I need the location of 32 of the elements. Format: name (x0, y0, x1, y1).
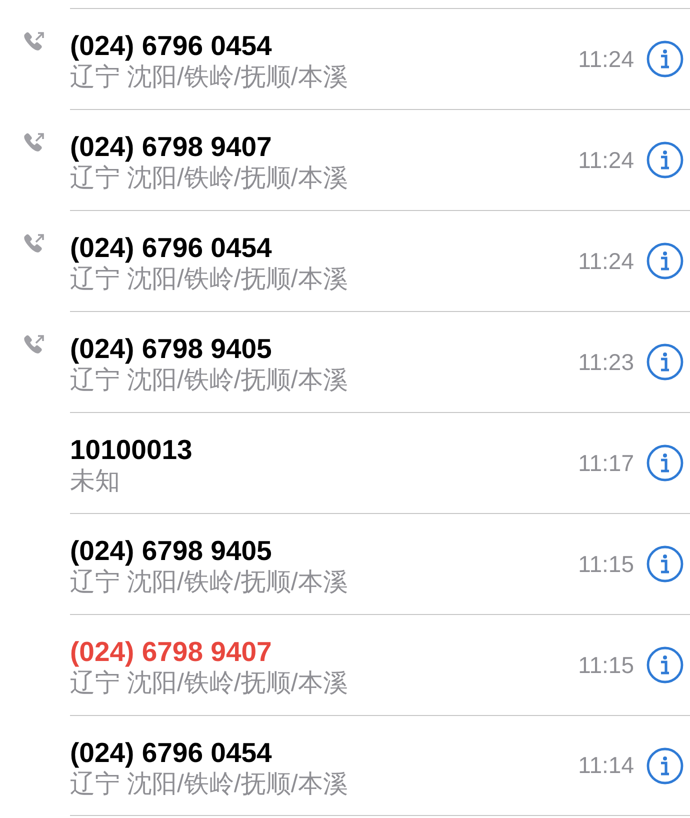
info-button[interactable] (646, 343, 684, 381)
info-button[interactable] (646, 746, 684, 784)
phone-number: (024) 6796 0454 (70, 30, 273, 62)
call-time: 11:15 (578, 550, 634, 579)
call-time: 11:15 (578, 650, 634, 680)
call-location: 辽宁 沈阳/铁岭/抚顺/本溪 (70, 163, 349, 193)
call-time: 11:24 (578, 146, 634, 175)
phone-number: (024) 6798 9405 (70, 535, 273, 567)
call-location: 辽宁 沈阳/铁岭/抚顺/本溪 (70, 768, 349, 798)
call-time: 11:17 (578, 448, 634, 478)
phone-number: 10100013 (70, 434, 194, 466)
call-time: 11:24 (578, 246, 634, 276)
info-button[interactable] (646, 545, 684, 583)
call-location: 辽宁 沈阳/铁岭/抚顺/本溪 (70, 365, 349, 395)
call-location: 辽宁 沈阳/铁岭/抚顺/本溪 (70, 567, 349, 597)
info-button[interactable] (646, 141, 684, 179)
phone-number: (024) 6798 9407 (70, 131, 273, 163)
call-time: 11:24 (578, 44, 634, 74)
phone-number: (024) 6798 9407 (70, 636, 273, 668)
phone-number: (024) 6796 0454 (70, 736, 273, 768)
info-button[interactable] (646, 444, 684, 482)
call-time: 11:23 (578, 348, 634, 377)
phone-number: (024) 6798 9405 (70, 333, 273, 365)
call-time: 11:14 (578, 751, 634, 780)
info-button[interactable] (646, 242, 684, 280)
call-location: 未知 (70, 466, 121, 496)
info-button[interactable] (646, 40, 684, 78)
call-location: 辽宁 沈阳/铁岭/抚顺/本溪 (70, 62, 349, 92)
info-button[interactable] (646, 646, 684, 684)
call-location: 辽宁 沈阳/铁岭/抚顺/本溪 (70, 668, 349, 698)
phone-number: (024) 6796 0454 (70, 232, 273, 264)
call-location: 辽宁 沈阳/铁岭/抚顺/本溪 (70, 264, 349, 294)
